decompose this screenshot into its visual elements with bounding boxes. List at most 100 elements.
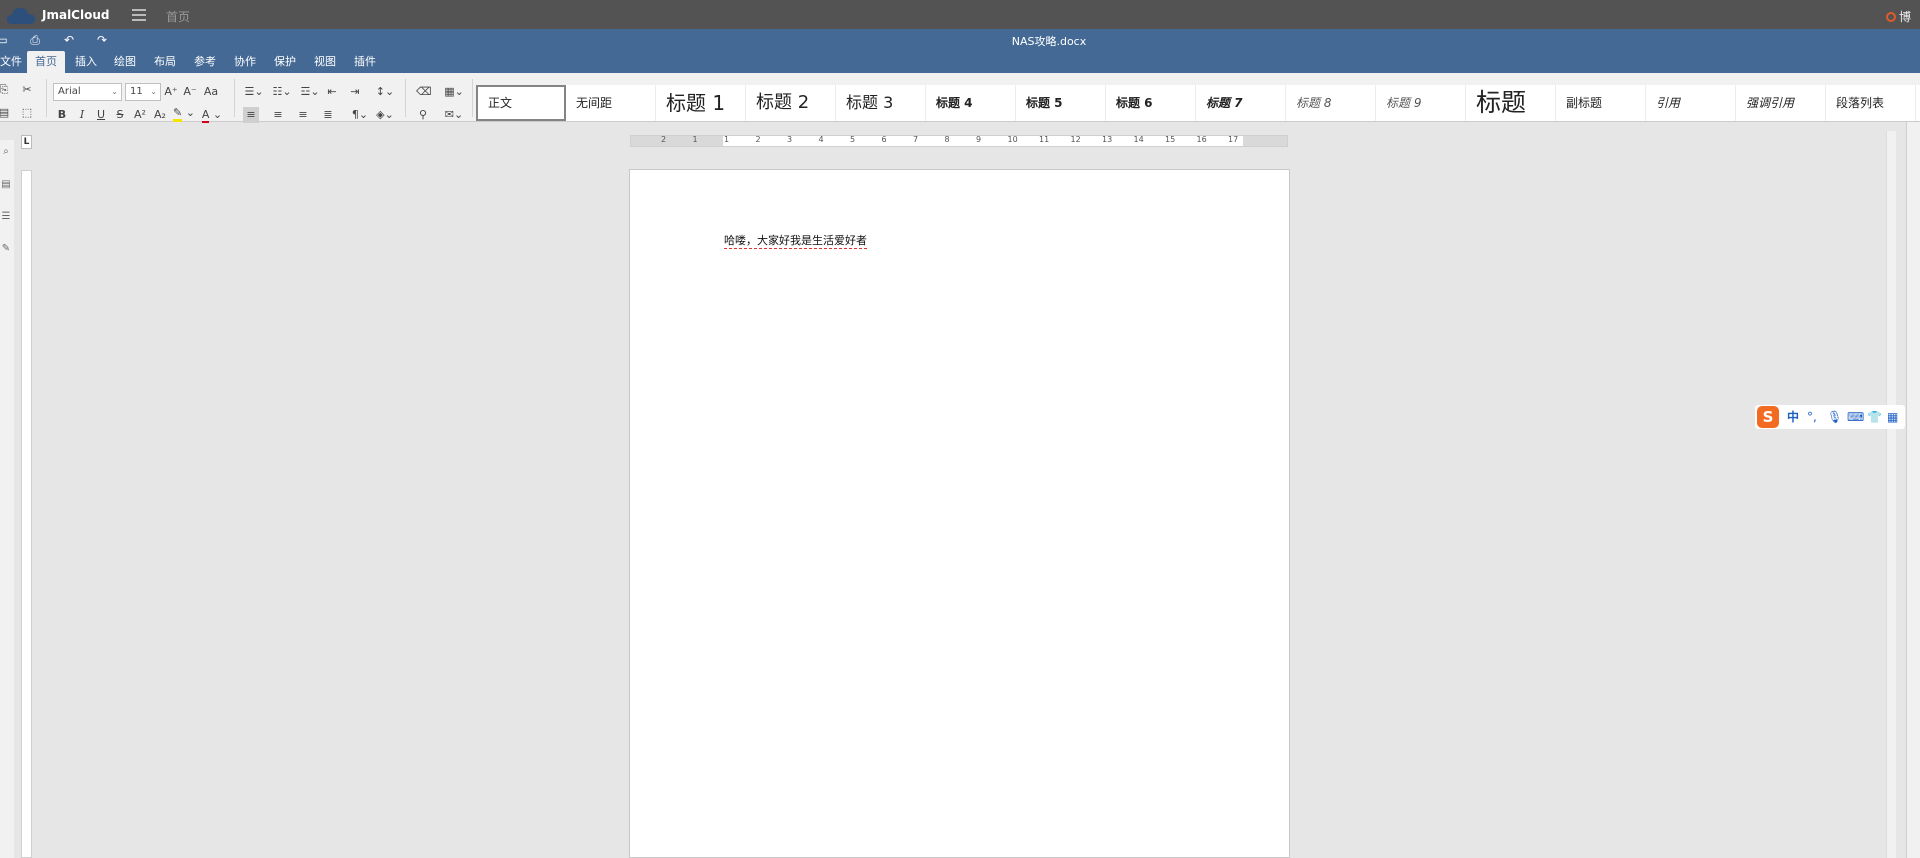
font-name-select[interactable]: Arial ⌄ <box>53 83 122 101</box>
copy-icon[interactable]: ⎘ <box>0 82 10 98</box>
vertical-ruler <box>21 170 32 858</box>
ruler-number: 5 <box>850 135 856 144</box>
tab-protect[interactable]: 保护 <box>270 51 300 73</box>
search-icon[interactable]: ⌕ <box>0 146 12 157</box>
ruler-left-margin <box>631 136 723 146</box>
font-size-select[interactable]: 11 ⌄ <box>125 83 161 101</box>
align-right-icon[interactable]: ≡ <box>296 107 310 123</box>
right-settings-panel[interactable] <box>1906 122 1920 858</box>
ruler-number: 2 <box>755 135 761 144</box>
select-all-icon[interactable]: ⬚ <box>20 105 34 121</box>
style-list-paragraph[interactable]: 段落列表 <box>1826 85 1916 121</box>
bullet-list-icon[interactable]: ☰⌄ <box>243 84 265 100</box>
ime-mode-toggle[interactable]: 中 <box>1787 410 1799 424</box>
shrink-font-button[interactable]: A⁻ <box>183 84 197 100</box>
ruler-number: 1 <box>692 135 698 144</box>
highlight-color-button[interactable]: ✎ ⌄ <box>173 105 195 122</box>
underline-button[interactable]: U <box>94 107 108 123</box>
increase-indent-icon[interactable]: ⇥ <box>348 84 362 100</box>
ime-toolbar[interactable]: S 中 °, 🎙 ⌨ 👕 ▦ <box>1755 405 1905 429</box>
tab-home[interactable]: 首页 <box>27 51 65 73</box>
style-intense-quote[interactable]: 强调引用 <box>1736 85 1826 121</box>
italic-button[interactable]: I <box>75 107 89 123</box>
tab-file[interactable]: 文件 <box>0 51 26 73</box>
align-center-icon[interactable]: ≡ <box>271 107 285 123</box>
style-heading-1[interactable]: 标题 1 <box>656 85 746 121</box>
ruler-number: 17 <box>1228 135 1239 144</box>
ruler-number: 14 <box>1133 135 1144 144</box>
microphone-icon[interactable]: 🎙 <box>1827 410 1842 424</box>
comments-icon[interactable]: ▤ <box>0 179 12 190</box>
shading-icon[interactable]: ◈⌄ <box>373 107 397 123</box>
style-no-spacing[interactable]: 无间距 <box>566 85 656 121</box>
bold-button[interactable]: B <box>55 107 69 123</box>
brand-name[interactable]: JmalCloud <box>42 8 109 22</box>
superscript-button[interactable]: A² <box>132 107 148 123</box>
header-right-link[interactable]: 博 <box>1886 8 1911 25</box>
punctuation-icon[interactable]: °, <box>1807 410 1817 424</box>
justify-icon[interactable]: ≣ <box>321 107 335 123</box>
style-normal[interactable]: 正文 <box>476 85 566 121</box>
style-heading-4[interactable]: 标题 4 <box>926 85 1016 121</box>
cut-icon[interactable]: ✂ <box>20 82 34 98</box>
horizontal-ruler: 2 1 1 2 3 4 5 6 7 8 9 10 11 12 13 14 15 16 17 <box>630 135 1288 147</box>
strikethrough-button[interactable]: S <box>113 107 127 123</box>
subscript-button[interactable]: A₂ <box>152 107 168 123</box>
style-heading-3[interactable]: 标题 3 <box>836 85 926 121</box>
multilevel-list-icon[interactable]: ☲⌄ <box>299 84 321 100</box>
keyboard-icon[interactable]: ⌨ <box>1847 410 1864 424</box>
style-quote[interactable]: 引用 <box>1646 85 1736 121</box>
toolbox-grid-icon[interactable]: ▦ <box>1887 410 1898 424</box>
tab-insert[interactable]: 插入 <box>71 51 101 73</box>
tab-collaborate[interactable]: 协作 <box>230 51 260 73</box>
tab-plugins[interactable]: 插件 <box>350 51 380 73</box>
style-heading-2[interactable]: 标题 2 <box>746 85 836 121</box>
ruler-number: 11 <box>1039 135 1050 144</box>
numbered-list-icon[interactable]: ☷⌄ <box>271 84 293 100</box>
document-paragraph[interactable]: 哈喽，大家好我是生活爱好者 <box>724 232 867 249</box>
align-left-icon[interactable]: ≡ <box>243 107 259 123</box>
format-painter-icon[interactable]: ⚲ <box>416 107 430 123</box>
style-heading-9[interactable]: 标题 9 <box>1376 85 1466 121</box>
copy-style-icon[interactable]: ▦⌄ <box>441 84 467 100</box>
line-spacing-icon[interactable]: ↕⌄ <box>373 84 397 100</box>
ruler-number: 4 <box>818 135 824 144</box>
ruler-number: 7 <box>913 135 919 144</box>
ruler-right-margin <box>1243 136 1287 146</box>
skin-shirt-icon[interactable]: 👕 <box>1867 410 1882 424</box>
font-color-button[interactable]: A ⌄ <box>200 107 224 123</box>
toolbar-divider <box>405 79 406 117</box>
style-heading-6[interactable]: 标题 6 <box>1106 85 1196 121</box>
clear-formatting-icon[interactable]: ⌫ <box>416 84 432 100</box>
decrease-indent-icon[interactable]: ⇤ <box>325 84 339 100</box>
paragraph-marks-icon[interactable]: ¶⌄ <box>348 107 372 123</box>
cloud-logo-icon <box>7 8 35 24</box>
document-page[interactable]: 哈喽，大家好我是生活爱好者 <box>629 169 1290 858</box>
tab-draw[interactable]: 绘图 <box>110 51 140 73</box>
ribbon-tabs: 文件 首页 插入 绘图 布局 参考 协作 保护 视图 插件 <box>0 51 1920 73</box>
feedback-icon[interactable]: ✎ <box>0 243 12 254</box>
style-gallery: 正文 无间距 标题 1 标题 2 标题 3 标题 4 标题 5 标题 6 标题 … <box>476 85 1920 121</box>
nav-home-link[interactable]: 首页 <box>166 8 190 25</box>
navigation-icon[interactable]: ☰ <box>0 211 12 222</box>
ruler-number: 1 <box>724 135 730 144</box>
ruler-number: 8 <box>944 135 950 144</box>
grow-font-button[interactable]: A⁺ <box>164 84 178 100</box>
style-heading-7[interactable]: 标题 7 <box>1196 85 1286 121</box>
style-title[interactable]: 标题 <box>1466 85 1556 121</box>
vertical-scrollbar[interactable] <box>1886 131 1896 858</box>
toolbar-divider <box>234 79 235 117</box>
tab-references[interactable]: 参考 <box>190 51 220 73</box>
menu-toggle-icon[interactable] <box>132 9 146 21</box>
style-subtitle[interactable]: 副标题 <box>1556 85 1646 121</box>
style-heading-8[interactable]: 标题 8 <box>1286 85 1376 121</box>
tab-view[interactable]: 视图 <box>310 51 340 73</box>
change-case-button[interactable]: Aa <box>201 84 221 100</box>
record-icon <box>1886 12 1896 22</box>
tab-stop-selector[interactable]: L <box>21 135 32 149</box>
tab-layout[interactable]: 布局 <box>150 51 180 73</box>
style-heading-5[interactable]: 标题 5 <box>1016 85 1106 121</box>
sogou-logo-icon: S <box>1757 406 1779 428</box>
paste-icon[interactable]: ▤ <box>0 105 10 121</box>
mail-merge-icon[interactable]: ✉⌄ <box>441 107 467 123</box>
